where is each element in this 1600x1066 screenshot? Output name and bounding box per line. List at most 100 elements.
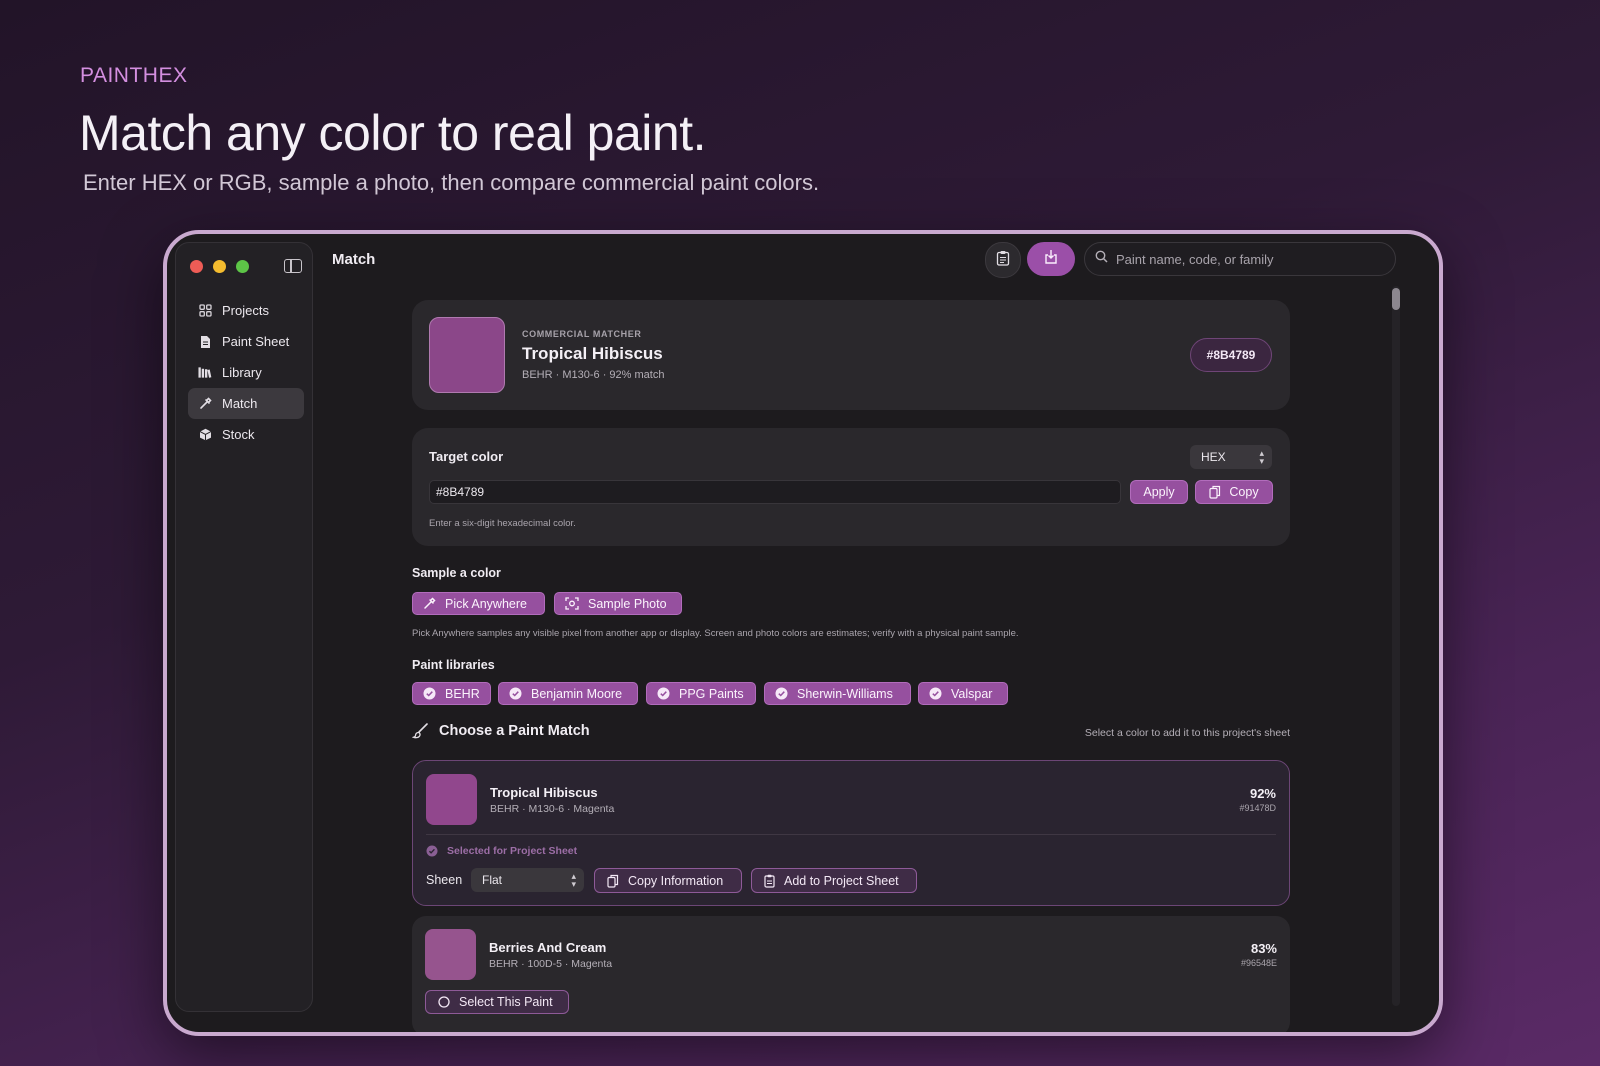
library-chip-label: BEHR <box>445 686 480 701</box>
library-chip-sherwin-williams[interactable]: Sherwin-Williams <box>764 682 911 705</box>
paint-swatch <box>425 929 476 980</box>
app-window: Projects Paint Sheet Library Match Stock… <box>163 230 1443 1036</box>
checkmark-circle-icon <box>509 687 522 700</box>
checkmark-circle-icon <box>929 687 942 700</box>
best-match-eyebrow: COMMERCIAL MATCHER <box>522 329 642 339</box>
checkmark-circle-icon <box>657 687 670 700</box>
brand-label: PAINTHEX <box>80 64 188 87</box>
document-icon <box>198 335 212 349</box>
paint-name: Tropical Hibiscus <box>490 785 598 800</box>
library-chip-benjamin-moore[interactable]: Benjamin Moore <box>498 682 638 705</box>
copy-label: Copy <box>1229 485 1259 499</box>
select-this-paint-label: Select This Paint <box>459 995 553 1009</box>
copy-information-button[interactable]: Copy Information <box>594 868 742 893</box>
best-match-meta: BEHR · M130-6 · 92% match <box>522 369 665 381</box>
copy-icon <box>607 874 619 888</box>
checkmark-circle-icon <box>423 687 436 700</box>
close-window-button[interactable] <box>190 260 203 273</box>
sampling-note: Pick Anywhere samples any visible pixel … <box>412 628 1019 639</box>
sidebar-toggle-icon[interactable] <box>284 259 302 273</box>
sidebar-item-library[interactable]: Library <box>188 357 304 388</box>
match-content: COMMERCIAL MATCHER Tropical Hibiscus BEH… <box>412 234 1292 1032</box>
library-chip-ppg-paints[interactable]: PPG Paints <box>646 682 756 705</box>
best-match-name: Tropical Hibiscus <box>522 344 663 363</box>
sidebar-item-label: Library <box>222 365 262 380</box>
sidebar-item-label: Paint Sheet <box>222 334 290 349</box>
selected-status: Selected for Project Sheet <box>426 845 577 857</box>
checkmark-circle-icon <box>775 687 788 700</box>
box-icon <box>198 428 212 442</box>
paint-swatch <box>426 774 477 825</box>
copy-icon <box>1209 485 1221 499</box>
copy-information-label: Copy Information <box>628 873 724 888</box>
eyedropper-icon <box>198 397 212 411</box>
selected-status-label: Selected for Project Sheet <box>447 845 578 857</box>
add-to-project-sheet-button[interactable]: Add to Project Sheet <box>751 868 917 893</box>
sidebar-item-label: Match <box>222 396 258 411</box>
library-chip-behr[interactable]: BEHR <box>412 682 491 705</box>
pick-anywhere-button[interactable]: Pick Anywhere <box>412 592 545 615</box>
best-match-card: COMMERCIAL MATCHER Tropical Hibiscus BEH… <box>412 300 1290 410</box>
radio-circle-icon <box>438 996 450 1008</box>
grid-icon <box>198 304 212 318</box>
checkmark-circle-icon <box>426 845 438 857</box>
chevron-updown-icon: ▴ ▾ <box>571 871 576 889</box>
sheen-value: Flat <box>482 873 503 887</box>
scrollbar[interactable] <box>1392 286 1400 1006</box>
best-match-swatch <box>429 317 505 393</box>
sample-section-label: Sample a color <box>412 566 501 580</box>
paint-name: Berries And Cream <box>489 940 607 955</box>
sidebar-item-label: Projects <box>222 303 269 318</box>
eyedropper-icon <box>423 597 436 610</box>
hex-input-value: #8B4789 <box>436 485 485 499</box>
color-format-value: HEX <box>1201 450 1226 464</box>
chevron-updown-icon: ▴ ▾ <box>1259 448 1264 466</box>
sample-photo-label: Sample Photo <box>588 596 667 611</box>
paint-meta: BEHR · M130-6 · Magenta <box>490 803 615 815</box>
match-list-heading: Choose a Paint Match <box>412 722 590 739</box>
select-this-paint-button[interactable]: Select This Paint <box>425 990 569 1014</box>
sidebar-item-label: Stock <box>222 427 255 442</box>
target-color-card: Target color HEX ▴ ▾ #8B4789 Apply Copy E… <box>412 428 1290 546</box>
hex-input[interactable]: #8B4789 <box>429 480 1121 504</box>
paint-hex-code: #96548E <box>1240 958 1277 968</box>
libraries-section-label: Paint libraries <box>412 658 495 672</box>
sidebar: Projects Paint Sheet Library Match Stock <box>175 242 313 1012</box>
sample-photo-button[interactable]: Sample Photo <box>554 592 682 615</box>
match-percent: 92% <box>1249 786 1276 801</box>
divider <box>426 834 1276 835</box>
pick-anywhere-label: Pick Anywhere <box>445 596 527 611</box>
clipboard-icon <box>764 874 775 888</box>
sidebar-item-projects[interactable]: Projects <box>188 295 304 326</box>
sheen-select[interactable]: Flat ▴ ▾ <box>471 868 584 892</box>
match-card-selected[interactable]: Tropical Hibiscus BEHR · M130-6 · Magent… <box>412 760 1290 906</box>
library-chip-label: PPG Paints <box>679 686 744 701</box>
add-to-project-sheet-label: Add to Project Sheet <box>784 873 899 888</box>
target-color-label: Target color <box>429 449 504 464</box>
library-chip-label: Benjamin Moore <box>531 686 623 701</box>
sidebar-item-paint-sheet[interactable]: Paint Sheet <box>188 326 304 357</box>
copy-button[interactable]: Copy <box>1195 480 1273 504</box>
sidebar-item-match[interactable]: Match <box>188 388 304 419</box>
hero-title: Match any color to real paint. <box>79 105 707 161</box>
hero-subtitle: Enter HEX or RGB, sample a photo, then c… <box>83 170 820 195</box>
zoom-window-button[interactable] <box>236 260 249 273</box>
library-chip-valspar[interactable]: Valspar <box>918 682 1008 705</box>
hex-help-text: Enter a six-digit hexadecimal color. <box>429 518 576 529</box>
library-chip-label: Sherwin-Williams <box>797 686 893 701</box>
paint-hex-code: #91478D <box>1239 803 1276 813</box>
sidebar-item-stock[interactable]: Stock <box>188 419 304 450</box>
match-card[interactable]: Berries And Cream BEHR · 100D-5 · Magent… <box>412 916 1290 1032</box>
best-match-hex-badge[interactable]: #8B4789 <box>1190 338 1272 372</box>
match-list-title: Choose a Paint Match <box>439 722 590 739</box>
minimize-window-button[interactable] <box>213 260 226 273</box>
books-icon <box>198 366 212 380</box>
color-format-select[interactable]: HEX ▴ ▾ <box>1190 445 1272 469</box>
apply-button[interactable]: Apply <box>1130 480 1188 504</box>
paint-meta: BEHR · 100D-5 · Magenta <box>489 958 613 970</box>
sheen-label: Sheen <box>426 873 463 887</box>
match-list-hint: Select a color to add it to this project… <box>1084 727 1290 739</box>
paintbrush-icon <box>412 722 429 739</box>
match-percent: 83% <box>1250 941 1277 956</box>
scrollbar-thumb[interactable] <box>1392 288 1400 310</box>
